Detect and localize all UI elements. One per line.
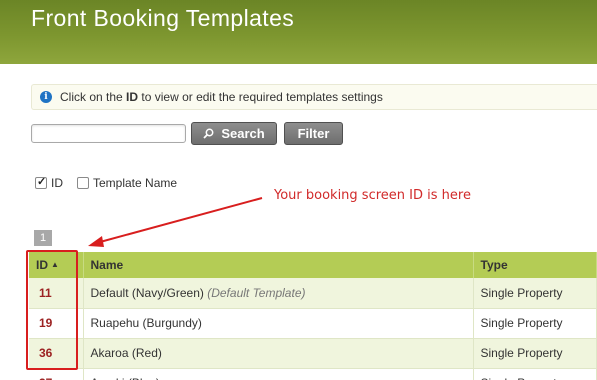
page-header: Front Booking Templates xyxy=(0,0,597,64)
column-header-name[interactable]: Name xyxy=(83,252,474,278)
search-button-label: Search xyxy=(221,126,265,141)
toggle-template-name[interactable]: Template Name xyxy=(77,176,177,190)
id-column-highlight xyxy=(26,250,78,370)
row-name: Aoraki (Blue) xyxy=(83,368,474,380)
templates-table: ID ▲ Name Type 11 Default (Navy/Green) (D… xyxy=(29,252,597,380)
column-toggles: ID Template Name xyxy=(35,175,177,190)
search-icon xyxy=(203,128,214,139)
template-name-checkbox[interactable] xyxy=(77,177,89,189)
toggle-id-label: ID xyxy=(51,176,63,190)
row-type: Single Property xyxy=(473,368,597,380)
toggle-id[interactable]: ID xyxy=(35,175,63,190)
row-type: Single Property xyxy=(473,278,597,309)
row-name: Default (Navy/Green) (Default Template) xyxy=(83,278,474,309)
filter-button[interactable]: Filter xyxy=(284,122,343,145)
info-suffix: to view or edit the required templates s… xyxy=(141,90,383,104)
filter-button-label: Filter xyxy=(297,126,330,141)
table-row: 37 Aoraki (Blue) Single Property xyxy=(29,368,597,380)
table-row: 11 Default (Navy/Green) (Default Templat… xyxy=(29,278,597,309)
row-type: Single Property xyxy=(473,308,597,339)
row-name: Ruapehu (Burgundy) xyxy=(83,308,474,339)
page-title: Front Booking Templates xyxy=(31,5,295,31)
row-type: Single Property xyxy=(473,338,597,369)
row-name-text: Default (Navy/Green) xyxy=(90,285,204,300)
row-name: Akaroa (Red) xyxy=(83,338,474,369)
toggle-template-name-label: Template Name xyxy=(93,176,178,190)
info-prefix: Click on the xyxy=(60,90,123,104)
search-button[interactable]: Search xyxy=(191,122,277,145)
table-header-row: ID ▲ Name Type xyxy=(29,252,597,278)
info-icon: i xyxy=(40,91,52,103)
info-banner: i Click on the ID to view or edit the re… xyxy=(31,84,597,110)
info-text: Click on the ID to view or edit the requ… xyxy=(60,85,383,109)
info-bold: ID xyxy=(126,90,139,104)
page-number-1[interactable]: 1 xyxy=(34,230,52,246)
search-input[interactable] xyxy=(31,124,186,143)
id-checkbox[interactable] xyxy=(35,175,47,189)
column-header-type[interactable]: Type xyxy=(473,252,597,278)
row-default-note: (Default Template) xyxy=(207,285,306,300)
annotation-text: Your booking screen ID is here xyxy=(274,188,471,203)
table-row: 19 Ruapehu (Burgundy) Single Property xyxy=(29,308,597,339)
table-row: 36 Akaroa (Red) Single Property xyxy=(29,338,597,369)
